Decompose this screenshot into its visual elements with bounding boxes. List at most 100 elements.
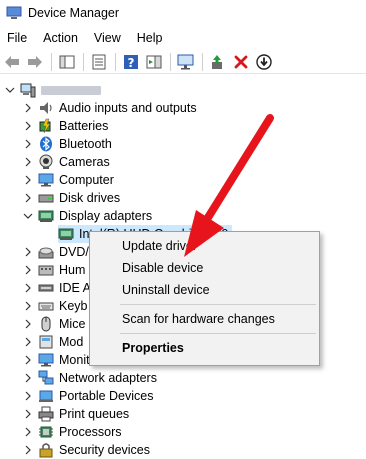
bluetooth-icon [38,136,54,152]
toolbar-separator [202,52,203,71]
tree-item-label: DVD/ [59,245,89,259]
menu-view[interactable]: View [86,28,129,48]
chevron-right-icon[interactable] [22,261,34,279]
tree-item-label: Print queues [59,407,130,421]
tree-item-human-interface[interactable]: Hum [22,261,85,279]
context-menu-scan-hardware[interactable]: Scan for hardware changes [90,308,319,330]
toolbar-separator [115,52,116,71]
tree-item-display-adapters[interactable]: Display adapters [22,207,152,225]
modem-icon [38,334,54,350]
display-adapter-icon [58,226,74,242]
tree-item-keyboards[interactable]: Keyb [22,297,88,315]
battery-icon [38,118,54,134]
mouse-icon [38,316,54,332]
tree-item-print-queues[interactable]: Print queues [22,405,129,423]
tree-root[interactable] [4,81,101,99]
show-hide-tree-icon [59,55,75,68]
display-adapter-icon [38,208,54,224]
chevron-right-icon[interactable] [22,135,34,153]
tree-item-modems[interactable]: Mod [22,333,83,351]
chevron-right-icon[interactable] [22,189,34,207]
context-menu-disable-device[interactable]: Disable device [90,257,319,279]
tree-item-batteries[interactable]: Batteries [22,117,108,135]
menu-action[interactable]: Action [35,28,86,48]
chevron-right-icon[interactable] [22,387,34,405]
camera-icon [38,154,54,170]
svg-text:?: ? [128,56,135,70]
tree-item-security-devices[interactable]: Security devices [22,441,150,459]
action-pane-icon [146,55,162,68]
properties-button[interactable] [89,52,109,72]
disk-drive-icon [38,190,54,206]
update-driver-button[interactable] [208,52,228,72]
tree-item-mice[interactable]: Mice [22,315,85,333]
chevron-right-icon[interactable] [22,315,34,333]
menu-help[interactable]: Help [129,28,171,48]
chevron-right-icon[interactable] [22,297,34,315]
forward-button[interactable] [25,52,45,72]
chevron-right-icon[interactable] [22,333,34,351]
chevron-right-icon[interactable] [22,99,34,117]
context-menu-properties[interactable]: Properties [90,337,319,359]
ide-controller-icon [38,280,54,296]
title-bar: Device Manager [0,0,366,26]
disable-icon [256,53,272,70]
update-driver-icon [212,54,222,69]
scan-hardware-icon [177,54,194,69]
forward-icon [28,55,42,68]
network-adapter-icon [38,370,54,386]
chevron-right-icon[interactable] [22,423,34,441]
tree-item-cameras[interactable]: Cameras [22,153,110,171]
toolbar-separator [83,52,84,71]
dvd-drive-icon [38,244,54,260]
tree-item-audio[interactable]: Audio inputs and outputs [22,99,197,117]
tree-item-processors[interactable]: Processors [22,423,122,441]
back-icon [5,55,19,68]
scan-hardware-button[interactable] [176,52,196,72]
uninstall-icon [234,55,248,68]
security-device-icon [38,442,54,458]
tree-item-label: Audio inputs and outputs [59,101,197,115]
chevron-right-icon[interactable] [22,441,34,459]
chevron-right-icon[interactable] [22,243,34,261]
context-menu-update-driver[interactable]: Update driver [90,235,319,257]
help-button[interactable]: ? [121,52,141,72]
tree-item-label: Keyb [59,299,88,313]
window-title: Device Manager [28,6,120,20]
chevron-right-icon[interactable] [22,153,34,171]
menu-file[interactable]: File [0,28,35,48]
monitor-icon [38,352,54,368]
tree-item-label: Mod [59,335,84,349]
context-menu-uninstall-device[interactable]: Uninstall device [90,279,319,301]
portable-device-icon [38,388,54,404]
chevron-right-icon[interactable] [22,369,34,387]
chevron-right-icon[interactable] [22,171,34,189]
show-hide-tree-button[interactable] [57,52,77,72]
chevron-right-icon[interactable] [22,351,34,369]
chevron-right-icon[interactable] [22,405,34,423]
properties-icon [92,54,106,69]
chevron-down-icon[interactable] [4,81,16,99]
help-icon: ? [124,54,138,70]
processor-icon [38,424,54,440]
uninstall-button[interactable] [231,52,251,72]
tree-item-label: Disk drives [59,191,121,205]
context-menu-separator [120,333,316,334]
tree-item-dvd-drives[interactable]: DVD/ [22,243,89,261]
tree-item-label: Cameras [59,155,110,169]
tree-item-disk-drives[interactable]: Disk drives [22,189,120,207]
chevron-down-icon[interactable] [22,207,34,225]
tree-item-network-adapters[interactable]: Network adapters [22,369,157,387]
tree-item-bluetooth[interactable]: Bluetooth [22,135,112,153]
chevron-right-icon[interactable] [22,279,34,297]
tree-item-ide-controllers[interactable]: IDE A [22,279,91,297]
computer-name-redacted [41,85,101,95]
disable-button[interactable] [254,52,274,72]
computer-icon [38,172,54,188]
back-button[interactable] [2,52,22,72]
tree-item-label: IDE A [59,281,91,295]
tree-item-computer[interactable]: Computer [22,171,114,189]
tree-item-portable-devices[interactable]: Portable Devices [22,387,154,405]
chevron-right-icon[interactable] [22,117,34,135]
action-pane-button[interactable] [144,52,164,72]
